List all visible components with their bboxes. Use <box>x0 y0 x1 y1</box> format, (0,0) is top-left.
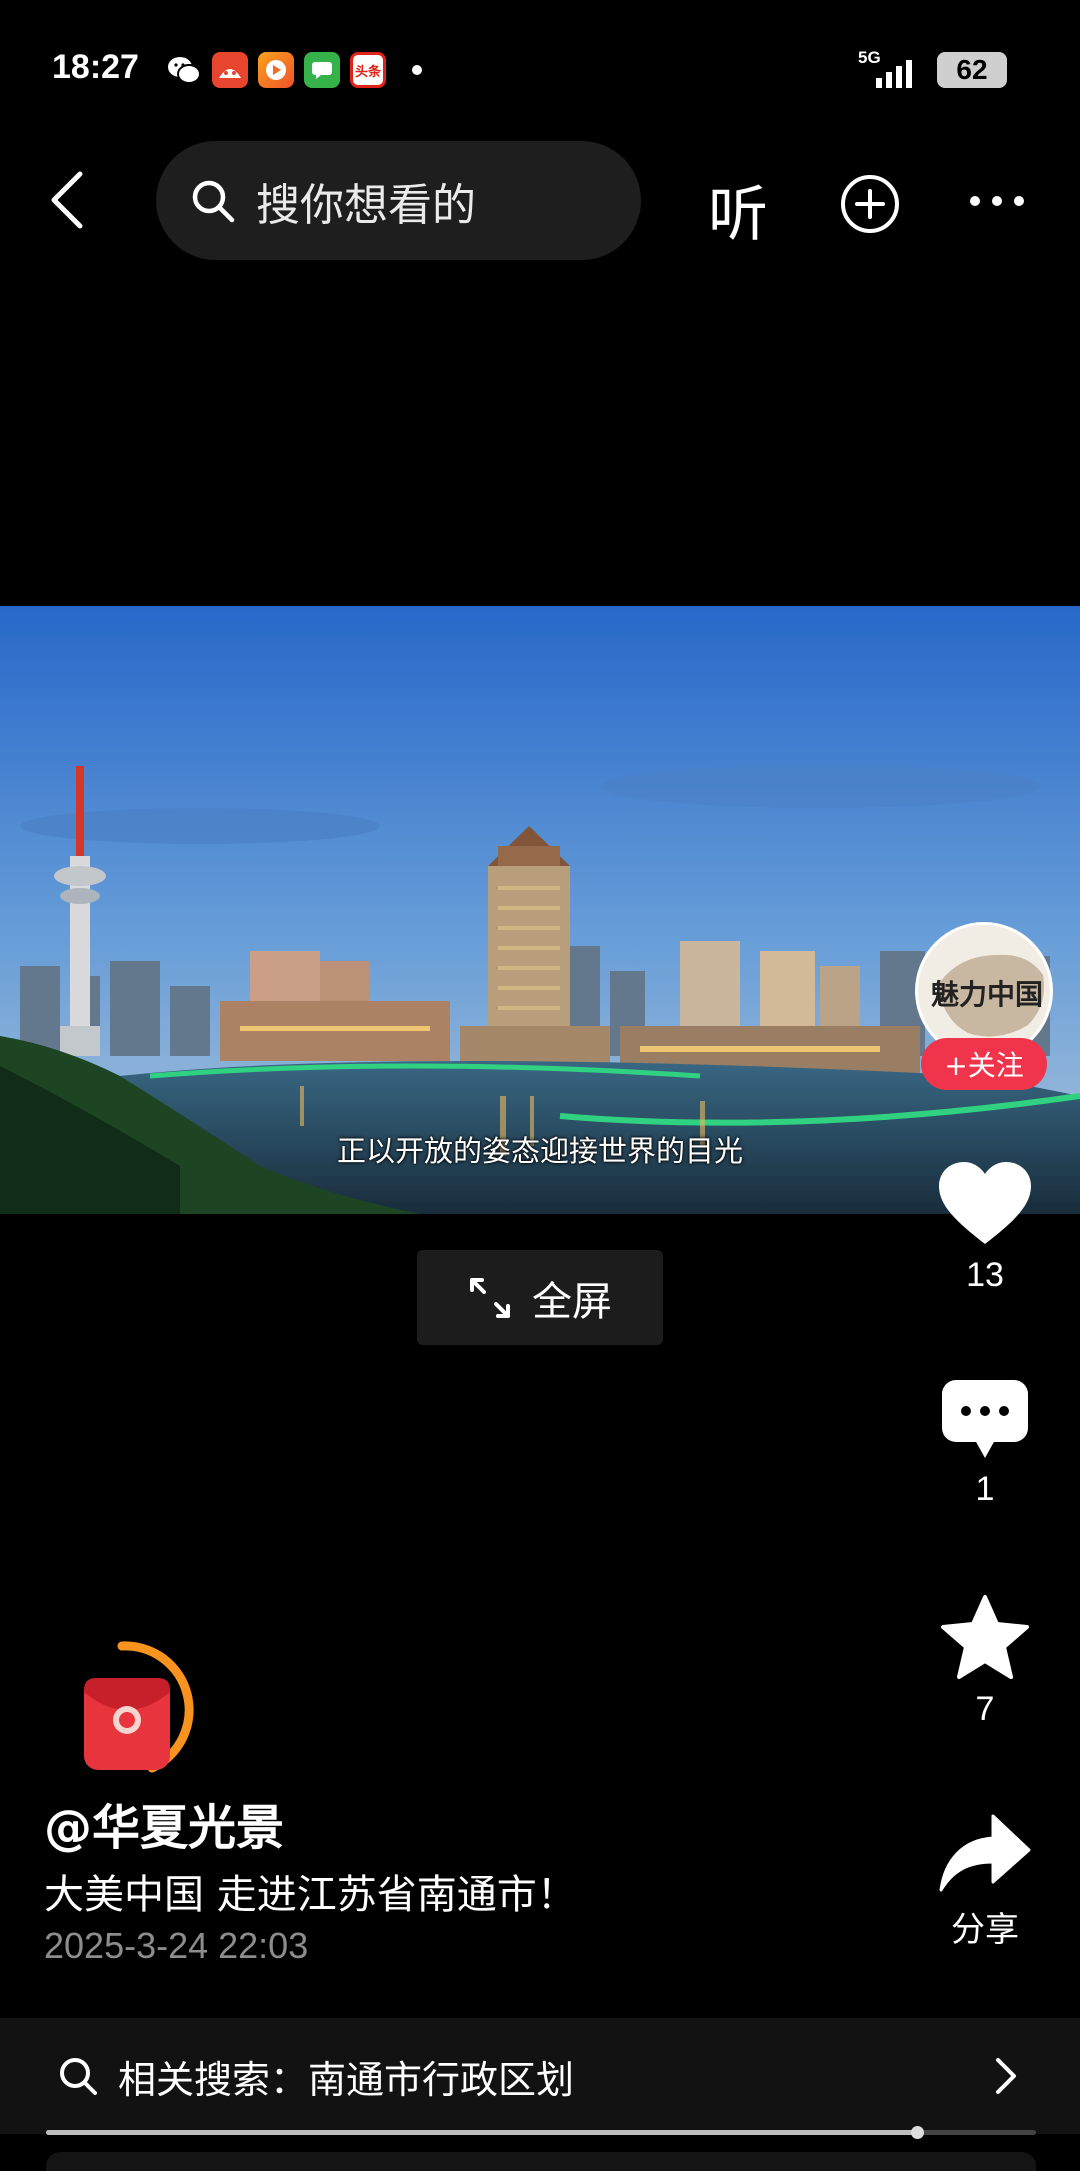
battery-level: 62 <box>937 52 1007 88</box>
fullscreen-button[interactable]: 全屏 <box>417 1250 663 1345</box>
notification-icons: 头条 <box>166 52 422 88</box>
video-subtitle: 正以开放的姿态迎接世界的目光 <box>336 1134 743 1168</box>
back-arrow-icon <box>51 171 83 229</box>
more-options-button[interactable] <box>970 196 1024 206</box>
back-button[interactable] <box>44 168 92 232</box>
fullscreen-label: 全屏 <box>532 1278 612 1325</box>
comment-button[interactable]: 1 <box>930 1378 1040 1509</box>
message-app-icon <box>304 52 340 88</box>
more-dot-icon <box>970 196 980 206</box>
red-envelope-icon <box>84 1641 194 1773</box>
more-dot-icon <box>1014 196 1024 206</box>
progress-fill <box>46 2130 918 2135</box>
post-description: 大美中国 走进江苏省南通市！ <box>44 1872 577 1918</box>
share-label: 分享 <box>951 1910 1019 1950</box>
search-placeholder: 搜你想看的 <box>256 179 476 231</box>
follow-button[interactable]: +关注 <box>921 1038 1047 1090</box>
related-search-bar[interactable]: 相关搜索：南通市行政区划 <box>0 2018 1080 2134</box>
author-name[interactable]: @华夏光景 <box>44 1788 284 1858</box>
wechat-icon <box>166 52 202 88</box>
expand-icon <box>470 1277 510 1318</box>
create-button[interactable] <box>840 174 900 234</box>
favorite-button[interactable]: 7 <box>930 1594 1040 1729</box>
comment-bubble-icon <box>942 1380 1028 1458</box>
search-icon <box>60 2058 97 2095</box>
status-time: 18:27 <box>52 48 139 86</box>
share-button[interactable]: 分享 <box>930 1812 1040 1951</box>
signal-icon <box>876 60 912 88</box>
status-bar: 18:27 头条 5G 62 <box>0 0 1080 140</box>
search-input[interactable]: 搜你想看的 <box>156 141 641 260</box>
plus-circle-icon <box>841 175 899 233</box>
like-count: 13 <box>966 1256 1004 1294</box>
bottom-input-bar[interactable] <box>46 2152 1036 2171</box>
heart-icon <box>939 1162 1031 1244</box>
toutiao-icon: 头条 <box>350 52 386 88</box>
city-skyline-scene <box>0 606 1080 1214</box>
app-red-icon <box>212 52 248 88</box>
favorite-count: 7 <box>975 1690 995 1728</box>
avatar-label: 魅力中国 <box>930 978 1043 1011</box>
search-icon <box>192 180 235 222</box>
video-app-icon <box>258 52 294 88</box>
like-button[interactable]: 13 <box>930 1160 1040 1295</box>
more-notifications-dot <box>412 65 422 75</box>
red-packet-button[interactable] <box>72 1640 212 1780</box>
share-arrow-icon <box>939 1814 1031 1892</box>
more-dot-icon <box>992 196 1002 206</box>
related-search-text: 相关搜索：南通市行政区划 <box>118 2057 575 2102</box>
video-player[interactable] <box>0 606 1080 1214</box>
chevron-right-icon <box>996 2058 1016 2094</box>
playback-progress-bar[interactable] <box>46 2126 1036 2139</box>
post-date: 2025-3-24 22:03 <box>44 1925 309 1966</box>
listen-button[interactable]: 听 <box>708 166 768 253</box>
comment-count: 1 <box>975 1470 995 1508</box>
star-icon <box>941 1595 1029 1679</box>
progress-knob[interactable] <box>911 2126 925 2139</box>
